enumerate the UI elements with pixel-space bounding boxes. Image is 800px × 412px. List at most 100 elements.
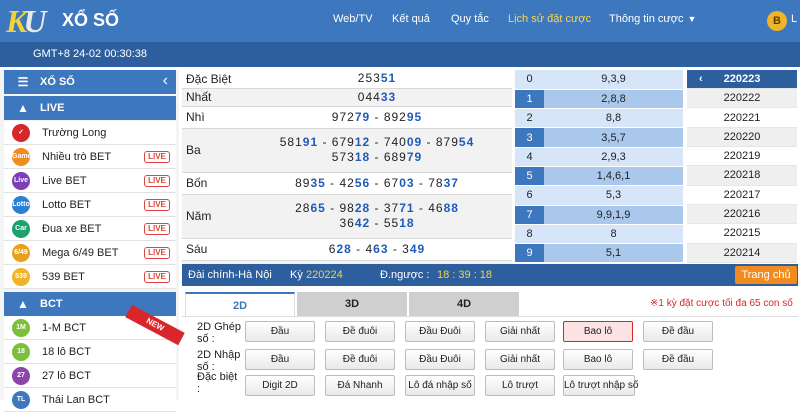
digit-row: 4 2,9,3: [515, 147, 683, 167]
period-value[interactable]: 220217: [687, 185, 797, 205]
bet-row-label: 2D Ghép số :: [197, 321, 242, 345]
bet-option-button[interactable]: Đề đầu: [643, 349, 713, 370]
time-bar: GMT+8 24-02 00:30:38: [0, 42, 800, 67]
sidebar-header[interactable]: ☰ XỔ SỐ ‹: [4, 70, 176, 94]
period-current-row: ‹ 220223: [687, 70, 797, 90]
bet-option-button[interactable]: Giải nhất: [485, 349, 555, 370]
live-badge: LIVE: [144, 223, 170, 235]
nav-bet-info[interactable]: Thông tin cược ▼: [609, 13, 696, 25]
sidebar-item-18[interactable]: 18 18 lô BCT: [4, 340, 176, 364]
period-value[interactable]: 220216: [687, 204, 797, 225]
sidebar-item-label: Đua xe BET: [42, 223, 102, 235]
digits: - 689: [370, 150, 407, 164]
digit-row: 9 5,1: [515, 243, 683, 264]
number-line: 04433: [242, 90, 512, 105]
draw-info-bar: Đài chính-Hà Nội Kỳ 220224 Đ.ngược : 18 …: [182, 264, 798, 286]
bet-option-button[interactable]: Đầu Đuôi: [405, 321, 475, 342]
live-badge: LIVE: [144, 151, 170, 163]
site-logo[interactable]: KU: [6, 4, 48, 38]
period-value[interactable]: 220222: [687, 88, 797, 109]
period-value[interactable]: 220221: [687, 107, 797, 128]
user-name[interactable]: L: [791, 13, 797, 25]
digits: - 4: [351, 241, 374, 256]
nav-bet-history[interactable]: Lịch sử đặt cược: [508, 13, 591, 25]
bet-option-button[interactable]: Bao lô: [563, 349, 633, 370]
bet-option-button[interactable]: Đề đầu: [643, 321, 713, 342]
tab-3d[interactable]: 3D: [297, 292, 407, 316]
nav-web-tv[interactable]: Web/TV: [333, 13, 373, 25]
period-row[interactable]: 220214: [687, 243, 797, 264]
bet-option-button[interactable]: Bao lô: [563, 321, 633, 342]
nav-rules[interactable]: Quy tắc: [451, 13, 489, 25]
period-value[interactable]: 220219: [687, 146, 797, 167]
issue-label: Kỳ: [290, 269, 303, 281]
period-value[interactable]: 220215: [687, 223, 797, 244]
period-row[interactable]: 220216: [687, 204, 797, 225]
section-live[interactable]: ▲ LIVE: [4, 96, 176, 120]
chevron-left-icon[interactable]: ‹: [699, 73, 703, 85]
period-row[interactable]: 220221: [687, 107, 797, 128]
sidebar-item-mega[interactable]: 6/49 Mega 6/49 BET LIVE: [4, 241, 176, 265]
number-line: 25351: [242, 71, 512, 86]
collapse-icon[interactable]: ‹: [163, 72, 168, 90]
digits: 28: [295, 201, 311, 215]
tab-4d[interactable]: 4D: [409, 292, 519, 316]
digits: - 67: [370, 175, 400, 190]
539-icon: 539: [12, 268, 30, 286]
server-time: GMT+8 24-02 00:30:38: [33, 48, 148, 60]
period-value[interactable]: 220218: [687, 165, 797, 186]
section-bct[interactable]: ▲ BCT: [4, 292, 176, 316]
bet-option-button[interactable]: Đề đuôi: [325, 349, 395, 370]
tab-2d[interactable]: 2D: [185, 292, 295, 316]
user-avatar[interactable]: B: [767, 11, 787, 31]
bet-option-button[interactable]: Đầu: [245, 349, 315, 370]
highlight-digits: 28: [336, 241, 352, 256]
highlight-digits: 79: [406, 150, 423, 164]
digits: - 98: [325, 201, 355, 215]
period-value[interactable]: 220214: [687, 243, 797, 264]
head-digit: 1: [515, 89, 544, 110]
sidebar-item-lotto[interactable]: Lotto Lotto BET LIVE: [4, 193, 176, 217]
current-period[interactable]: ‹ 220223: [687, 70, 797, 90]
bet-option-button[interactable]: Lô trượt nhập số: [563, 375, 638, 396]
sidebar-item-truong-long[interactable]: ✓ Trường Long: [4, 121, 176, 145]
bet-option-button[interactable]: Giải nhất: [485, 321, 555, 342]
highlight-digits: 88: [443, 201, 459, 215]
sidebar-item-label: 27 lô BCT: [42, 370, 91, 382]
period-row[interactable]: 220222: [687, 88, 797, 109]
period-row[interactable]: 220218: [687, 165, 797, 186]
nav-results[interactable]: Kết quả: [392, 13, 430, 25]
sidebar-item-thai[interactable]: TL Thái Lan BCT: [4, 388, 176, 412]
period-row[interactable]: 220217: [687, 185, 797, 205]
result-row: Sáu 628 - 463 - 349: [182, 238, 512, 261]
bet-option-button[interactable]: Đầu Đuôi: [405, 349, 475, 370]
bet-option-button[interactable]: Digit 2D: [245, 375, 315, 396]
period-row[interactable]: 220215: [687, 223, 797, 244]
bet-option-button[interactable]: Lô đá nhập số: [405, 375, 475, 396]
bet-option-button[interactable]: Đầu: [245, 321, 315, 342]
highlight-digits: 51: [380, 71, 397, 86]
head-digit-table: 0 9,3,9 1 2,8,8 2 8,8 3 3,5,7 4 2,9,3 5 1,4,6,1 6 5,3…: [515, 70, 683, 264]
sidebar-item-539[interactable]: 539 539 BET LIVE: [4, 265, 176, 289]
period-row[interactable]: 220219: [687, 146, 797, 167]
prize-numbers: 2865 - 9828 - 3771 - 4688 3642 - 5518: [242, 194, 512, 239]
tail-digits: 8,8: [544, 108, 683, 129]
sidebar-item-game[interactable]: Game Nhiều trò BET LIVE: [4, 145, 176, 169]
car-icon: Car: [12, 220, 30, 238]
period-value[interactable]: 220220: [687, 127, 797, 148]
play-now-button[interactable]: Trang chủ: [735, 266, 797, 284]
digits: 044: [357, 89, 381, 104]
brand-title[interactable]: XỔ SỐ: [62, 10, 119, 31]
sidebar-item-27[interactable]: 27 27 lô BCT: [4, 364, 176, 388]
bet-option-button[interactable]: Đề đuôi: [325, 321, 395, 342]
digits: 573: [331, 150, 355, 164]
bet-option-button[interactable]: Lô trượt: [485, 375, 555, 396]
result-row: Bốn 8935 - 4256 - 6703 - 7837: [182, 172, 512, 195]
highlight-digits: 28: [354, 201, 371, 215]
bet-option-button[interactable]: Đá Nhanh: [325, 375, 395, 396]
period-row[interactable]: 220220: [687, 127, 797, 148]
sidebar-item-car[interactable]: Car Đua xe BET LIVE: [4, 217, 176, 241]
sidebar-item-live[interactable]: Live Live BET LIVE: [4, 169, 176, 193]
tail-digits: 8: [544, 224, 683, 245]
prize-numbers: 628 - 463 - 349: [242, 238, 512, 261]
